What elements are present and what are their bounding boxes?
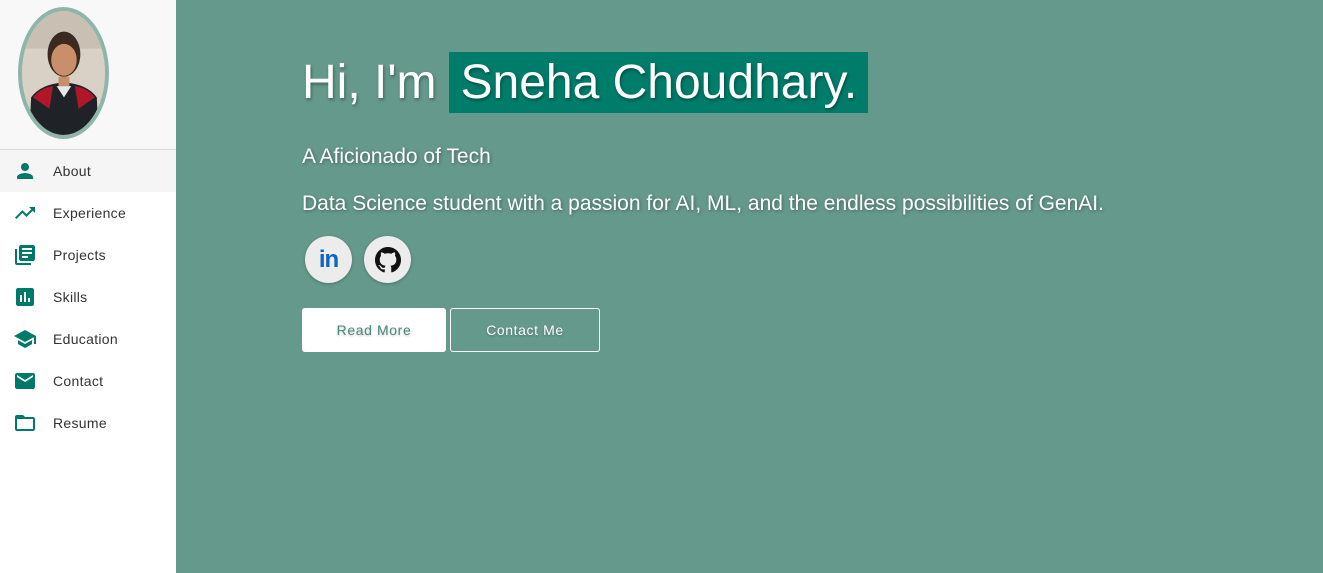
sidebar-nav: About Experience Projects Skills Educati… <box>0 150 176 444</box>
folder-icon <box>12 410 38 436</box>
greeting-text: Hi, I'm <box>302 56 437 109</box>
avatar <box>18 7 109 139</box>
sidebar-item-label: Skills <box>53 289 88 305</box>
sidebar-item-skills[interactable]: Skills <box>0 276 176 318</box>
page-title: Hi, I'm Sneha Choudhary. <box>302 52 869 113</box>
sidebar-item-label: About <box>53 163 92 179</box>
tagline: Data Science student with a passion for … <box>302 192 1104 215</box>
subtitle: A Aficionado of Tech <box>302 145 491 168</box>
sidebar: About Experience Projects Skills Educati… <box>0 0 176 573</box>
profile-header <box>0 0 176 150</box>
trending-up-icon <box>12 200 38 226</box>
sidebar-item-label: Contact <box>53 373 104 389</box>
sidebar-item-experience[interactable]: Experience <box>0 192 176 234</box>
sidebar-item-label: Experience <box>53 205 127 221</box>
sidebar-item-projects[interactable]: Projects <box>0 234 176 276</box>
graduation-cap-icon <box>12 326 38 352</box>
sidebar-item-about[interactable]: About <box>0 150 176 192</box>
person-icon <box>12 158 38 184</box>
name-highlight: Sneha Choudhary. <box>449 52 869 113</box>
github-icon <box>374 246 401 272</box>
linkedin-icon: in <box>318 245 339 273</box>
sidebar-item-label: Resume <box>53 415 107 431</box>
sidebar-item-resume[interactable]: Resume <box>0 402 176 444</box>
hero-section: Hi, I'm Sneha Choudhary. A Aficionado of… <box>176 0 1323 573</box>
sidebar-item-education[interactable]: Education <box>0 318 176 360</box>
mail-icon <box>12 368 38 394</box>
bar-chart-icon <box>12 284 38 310</box>
sidebar-item-label: Education <box>53 331 118 347</box>
library-books-icon <box>12 242 38 268</box>
sidebar-item-contact[interactable]: Contact <box>0 360 176 402</box>
social-links: in <box>305 236 411 283</box>
read-more-button[interactable]: Read More <box>302 308 446 352</box>
sidebar-item-label: Projects <box>53 247 106 263</box>
github-button[interactable] <box>364 236 411 283</box>
contact-me-button[interactable]: Contact Me <box>450 308 600 352</box>
linkedin-button[interactable]: in <box>305 236 352 283</box>
cta-buttons: Read More Contact Me <box>302 308 600 352</box>
